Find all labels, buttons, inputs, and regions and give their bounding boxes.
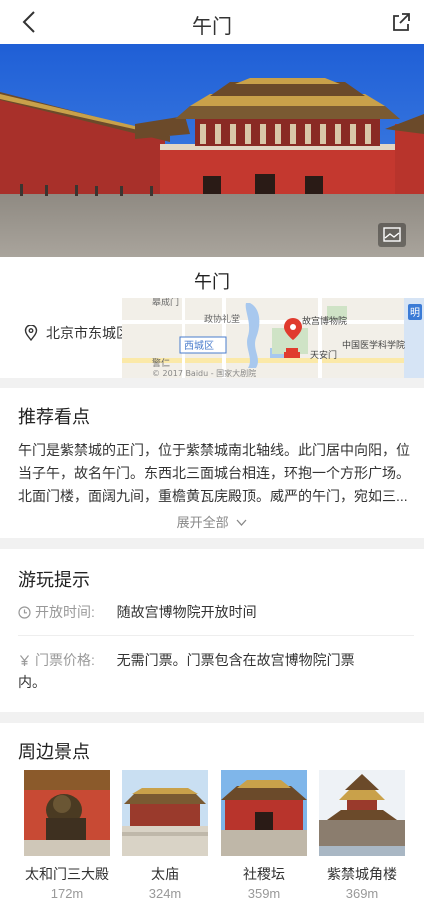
svg-text:政协礼堂: 政协礼堂	[204, 313, 240, 325]
svg-text:明: 明	[410, 307, 420, 319]
page-title: 午门	[192, 16, 232, 38]
tips-divider	[18, 635, 414, 636]
shejitan-photo	[221, 770, 307, 856]
svg-text:故宫博物院: 故宫博物院	[302, 315, 347, 327]
location-pin-icon	[24, 325, 38, 341]
ticket-price-row: 门票价格: 无需门票。门票包含在故宫博物院门票内。	[18, 649, 358, 693]
nearby-item[interactable]: 太和门三大殿 172m	[24, 770, 110, 901]
map-image: 明 皋成门 政协礼堂 故宫博物院 中国医学科学院 天安门 警仁 西城区 © 20…	[122, 298, 424, 378]
recommend-description: 午门是紫禁城的正门，位于紫禁城南北轴线。此门居中向阳，位当子午，故名午门。东西北…	[18, 442, 410, 504]
nearby-name: 紫禁城角楼	[327, 866, 397, 882]
location-map[interactable]: 明 皋成门 政协礼堂 故宫博物院 中国医学科学院 天安门 警仁 西城区 © 20…	[122, 298, 424, 378]
nearby-distance: 359m	[247, 886, 281, 901]
expand-all-label: 展开全部	[176, 515, 229, 530]
svg-text:天安门: 天安门	[310, 349, 337, 361]
section-title-recommend: 推荐看点	[18, 407, 90, 427]
open-hours-value: 随故宫博物院开放时间	[116, 604, 257, 620]
section-title-tips: 游玩提示	[18, 570, 90, 590]
nearby-distance: 369m	[345, 886, 379, 901]
svg-text:中国医学科学院: 中国医学科学院	[342, 339, 405, 351]
nearby-distance: 172m	[50, 886, 84, 901]
corner-tower-photo	[319, 770, 405, 856]
nearby-name: 太和门三大殿	[25, 866, 109, 882]
svg-text:警仁: 警仁	[152, 357, 170, 369]
nearby-thumb	[122, 770, 208, 856]
place-info: 午门 北京市东城区故宫内 明 皋成门 政协礼堂 故宫博物院 中国医学科学院 天安…	[0, 257, 424, 378]
recommend-section: 推荐看点 午门是紫禁城的正门，位于紫禁城南北轴线。此门居中向阳，位当子午，故名午…	[0, 388, 424, 538]
ticket-price-label: 门票价格:	[35, 652, 95, 668]
gallery-icon	[383, 227, 401, 242]
nearby-item[interactable]: 社稷坛 359m	[221, 770, 307, 901]
section-title-nearby: 周边景点	[18, 742, 90, 762]
gallery-button[interactable]	[378, 223, 406, 247]
expand-all-button[interactable]: 展开全部	[0, 512, 424, 531]
hero-photo[interactable]	[0, 44, 424, 257]
nearby-thumb	[221, 770, 307, 856]
bronze-lion-photo	[24, 770, 110, 856]
open-hours-key: 开放时间:	[18, 604, 99, 620]
open-hours-row: 开放时间: 随故宫博物院开放时间	[18, 601, 414, 623]
svg-text:© 2017 Baidu - 国家大剧院: © 2017 Baidu - 国家大剧院	[152, 368, 256, 378]
clock-icon	[18, 606, 31, 619]
place-name: 午门	[194, 272, 230, 292]
meridian-gate-photo	[0, 44, 424, 257]
nearby-item[interactable]: 太庙 324m	[122, 770, 208, 901]
tips-section: 游玩提示 开放时间: 随故宫博物院开放时间 门票价格: 无需门票。门票包含在故宫…	[0, 549, 424, 712]
nearby-distance: 324m	[148, 886, 182, 901]
chevron-down-icon	[236, 519, 247, 526]
nearby-thumb	[24, 770, 110, 856]
nearby-section: 周边景点 太和门三大殿 172m 太庙 324m 社稷坛 359m 紫禁城角楼 …	[0, 723, 424, 903]
open-hours-label: 开放时间:	[35, 604, 95, 620]
svg-text:皋成门: 皋成门	[152, 298, 179, 308]
top-nav-bar: 午门	[0, 0, 424, 44]
ticket-price-key: 门票价格:	[18, 652, 99, 668]
nearby-name: 太庙	[151, 866, 179, 882]
nearby-thumb	[319, 770, 405, 856]
nearby-name: 社稷坛	[243, 866, 285, 882]
nearby-item[interactable]: 紫禁城角楼 369m	[319, 770, 405, 901]
share-icon[interactable]	[390, 11, 412, 33]
yen-icon	[20, 655, 29, 666]
taimiao-photo	[122, 770, 208, 856]
svg-text:西城区: 西城区	[184, 340, 214, 352]
